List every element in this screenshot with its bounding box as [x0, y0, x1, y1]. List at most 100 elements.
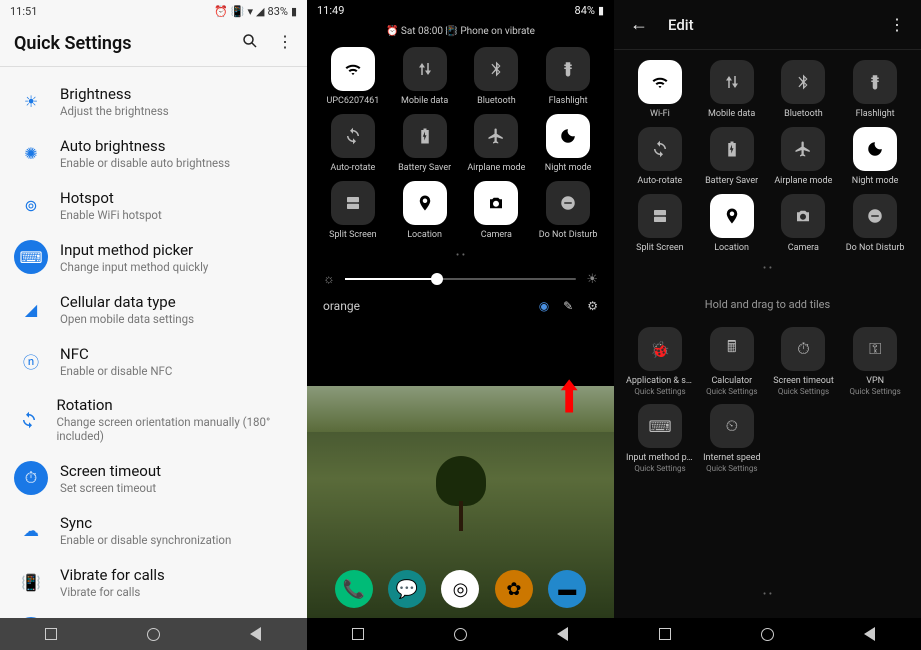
more-icon[interactable]: ⋮: [277, 32, 293, 54]
nav-home[interactable]: [451, 625, 469, 643]
pin-icon: [710, 194, 754, 238]
nav-bar: [614, 618, 921, 650]
tile-do-not-disturb[interactable]: Do Not Disturb: [841, 194, 909, 253]
page-dots: • •: [614, 253, 921, 284]
available-tiles-grid: 🐞Application & sh…Quick Settings🖩Calcula…: [614, 327, 921, 473]
tile-airplane-mode[interactable]: Airplane mode: [770, 127, 838, 186]
dnd-icon: [546, 181, 590, 225]
sun-icon: ☀: [14, 84, 48, 118]
page-dots: • •: [307, 240, 614, 271]
user-icon[interactable]: ◉: [539, 299, 549, 313]
setting-input-method-picker[interactable]: ⌨Input method pickerChange input method …: [0, 231, 307, 283]
bt-icon: [781, 60, 825, 104]
page-title: Edit: [668, 16, 694, 34]
battery-icon: [403, 114, 447, 158]
tile-screen-timeout[interactable]: ⏱Screen timeoutQuick Settings: [770, 327, 838, 396]
shade-footer: orange ◉ ✎ ⚙: [307, 287, 614, 325]
clock: 11:51: [10, 5, 37, 18]
setting-brightness[interactable]: ☀BrightnessAdjust the brightness: [0, 75, 307, 127]
tile-location[interactable]: Location: [391, 181, 459, 240]
quick-settings-panel: 11:51 ⏰ 📳 ▾ ◢ 83% ▮ Quick Settings ⋮ ☀Br…: [0, 0, 307, 650]
nav-bar: [0, 618, 307, 650]
nav-back[interactable]: [247, 625, 265, 643]
tile-airplane-mode[interactable]: Airplane mode: [463, 114, 531, 173]
tile-input-method-pic-[interactable]: ⌨Input method pic…Quick Settings: [626, 404, 694, 473]
setting-vibrate-for-calls[interactable]: 📳Vibrate for callsVibrate for calls: [0, 556, 307, 608]
flash-icon: [853, 60, 897, 104]
tile-flashlight[interactable]: Flashlight: [841, 60, 909, 119]
status-bar: 11:51 ⏰ 📳 ▾ ◢ 83% ▮: [0, 0, 307, 22]
nav-recent[interactable]: [656, 625, 674, 643]
tile-mobile-data[interactable]: Mobile data: [391, 47, 459, 106]
tile-auto-rotate[interactable]: Auto-rotate: [626, 127, 694, 186]
tile-calculator[interactable]: 🖩CalculatorQuick Settings: [698, 327, 766, 396]
keyboard-icon: ⌨: [14, 240, 48, 274]
back-icon[interactable]: ←: [630, 14, 648, 35]
tile-split-screen[interactable]: Split Screen: [319, 181, 387, 240]
tile-wi-fi[interactable]: Wi-Fi: [626, 60, 694, 119]
tile-bluetooth[interactable]: Bluetooth: [463, 47, 531, 106]
tile-battery-saver[interactable]: Battery Saver: [391, 114, 459, 173]
setting-hotspot[interactable]: ⊚HotspotEnable WiFi hotspot: [0, 179, 307, 231]
nav-home[interactable]: [144, 625, 162, 643]
dock: 📞 💬 ◎ ✿ ▬: [307, 570, 614, 608]
timer-icon: ⏱: [14, 461, 48, 495]
tile-camera[interactable]: Camera: [463, 181, 531, 240]
app-files[interactable]: ▬: [548, 570, 586, 608]
battery-icon: [710, 127, 754, 171]
brightness-high-icon: ☀: [586, 272, 598, 287]
tile-night-mode[interactable]: Night mode: [841, 127, 909, 186]
tile-camera[interactable]: Camera: [770, 194, 838, 253]
tile-upc6207461[interactable]: UPC6207461: [319, 47, 387, 106]
setting-auto-brightness[interactable]: ✺Auto brightnessEnable or disable auto b…: [0, 127, 307, 179]
camera-icon: [474, 181, 518, 225]
alarm-icon: ⏰: [214, 5, 228, 18]
setting-cellular-data-type[interactable]: ◢Cellular data typeOpen mobile data sett…: [0, 283, 307, 335]
setting-screen-timeout[interactable]: ⏱Screen timeoutSet screen timeout: [0, 452, 307, 504]
nav-recent[interactable]: [349, 625, 367, 643]
edit-icon[interactable]: ✎: [563, 299, 573, 313]
battery-icon: ▮: [291, 5, 297, 18]
vibrate-icon: 📳: [231, 5, 245, 18]
more-icon[interactable]: ⋮: [889, 15, 905, 34]
setting-sync[interactable]: ☁SyncEnable or disable synchronization: [0, 504, 307, 556]
nav-home[interactable]: [758, 625, 776, 643]
battery-text: 84%: [575, 4, 595, 17]
nav-back[interactable]: [554, 625, 572, 643]
bt-icon: [474, 47, 518, 91]
edit-tiles-panel: ← Edit ⋮ Wi-FiMobile dataBluetoothFlashl…: [614, 0, 921, 650]
app-messages[interactable]: 💬: [388, 570, 426, 608]
tile-battery-saver[interactable]: Battery Saver: [698, 127, 766, 186]
data-icon: [403, 47, 447, 91]
tile-internet-speed[interactable]: ⏲Internet speedQuick Settings: [698, 404, 766, 473]
nav-back[interactable]: [861, 625, 879, 643]
settings-list: ☀BrightnessAdjust the brightness✺Auto br…: [0, 67, 307, 650]
search-icon[interactable]: [241, 32, 259, 54]
tile-mobile-data[interactable]: Mobile data: [698, 60, 766, 119]
pin-icon: [403, 181, 447, 225]
tile-vpn[interactable]: ⚿VPNQuick Settings: [841, 327, 909, 396]
brightness-slider[interactable]: ☼ ☀: [307, 271, 614, 287]
tile-split-screen[interactable]: Split Screen: [626, 194, 694, 253]
data-icon: [710, 60, 754, 104]
nav-recent[interactable]: [42, 625, 60, 643]
app-chrome[interactable]: ◎: [441, 570, 479, 608]
app-phone[interactable]: 📞: [335, 570, 373, 608]
vibrate-icon: 📳: [14, 565, 48, 599]
tile-auto-rotate[interactable]: Auto-rotate: [319, 114, 387, 173]
tile-do-not-disturb[interactable]: Do Not Disturb: [534, 181, 602, 240]
settings-icon[interactable]: ⚙: [587, 299, 598, 313]
setting-rotation[interactable]: RotationChange screen orientation manual…: [0, 387, 307, 452]
clock: 11:49: [317, 4, 344, 17]
split-icon: [638, 194, 682, 238]
setting-nfc[interactable]: ⓝNFCEnable or disable NFC: [0, 335, 307, 387]
tile-night-mode[interactable]: Night mode: [534, 114, 602, 173]
tile-location[interactable]: Location: [698, 194, 766, 253]
tile-bluetooth[interactable]: Bluetooth: [770, 60, 838, 119]
moon-icon: [853, 127, 897, 171]
wifi-icon: [638, 60, 682, 104]
nav-bar: [307, 618, 614, 650]
tile-flashlight[interactable]: Flashlight: [534, 47, 602, 106]
app-photos[interactable]: ✿: [495, 570, 533, 608]
tile-application-sh-[interactable]: 🐞Application & sh…Quick Settings: [626, 327, 694, 396]
